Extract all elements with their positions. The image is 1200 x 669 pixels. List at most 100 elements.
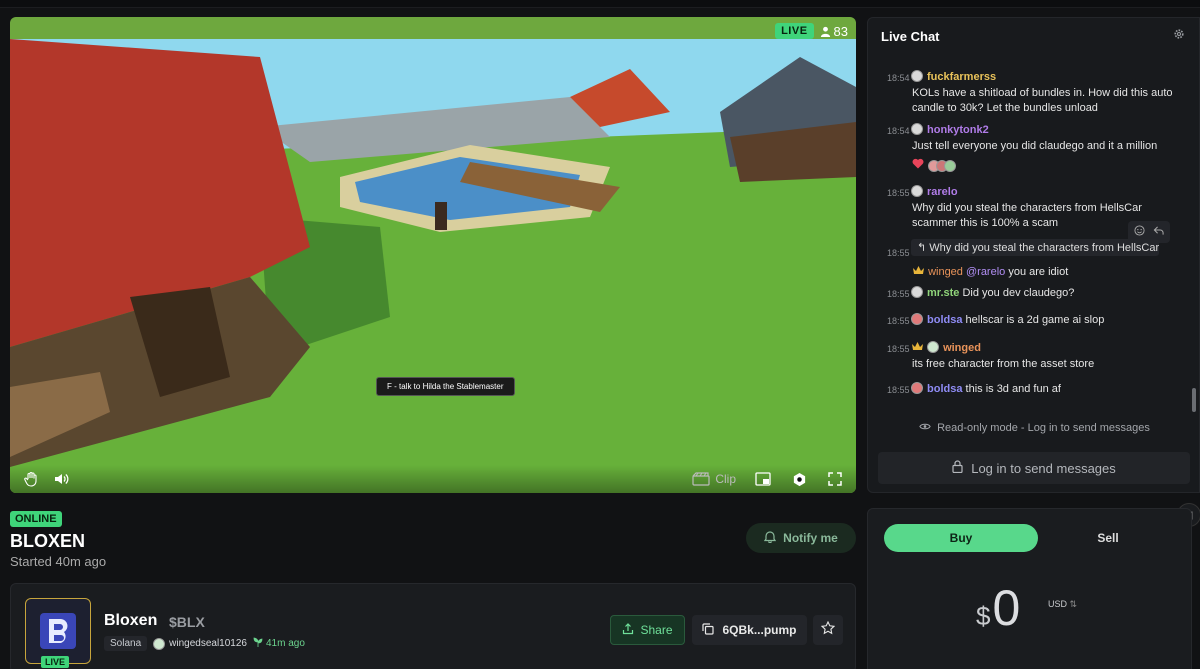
- share-label: Share: [640, 623, 673, 637]
- avatar[interactable]: [911, 123, 923, 135]
- reaction-avatars[interactable]: [928, 160, 960, 172]
- share-icon: [622, 622, 634, 638]
- message-user[interactable]: winged: [928, 266, 963, 278]
- top-bar: [0, 0, 1200, 8]
- message-text: Just tell everyone you did claudego and …: [912, 140, 1158, 152]
- readonly-notice: Read-only mode - Log in to send messages: [868, 422, 1200, 434]
- settings-hex-icon[interactable]: [790, 470, 808, 488]
- volume-icon[interactable]: [52, 470, 70, 488]
- avatar[interactable]: [911, 70, 923, 82]
- sprout-icon: [253, 637, 263, 650]
- message-user[interactable]: boldsa: [927, 314, 962, 326]
- hand-icon[interactable]: [22, 470, 40, 488]
- amount-value: 0: [992, 580, 1021, 636]
- currency-toggle[interactable]: USD ⇅: [1048, 599, 1077, 610]
- readonly-text: Read-only mode - Log in to send messages: [937, 422, 1150, 434]
- lock-icon: [952, 460, 963, 476]
- trade-panel: Buy Sell $ 0 USD ⇅: [867, 508, 1192, 669]
- token-meta: Solana wingedseal10126 41m ago: [104, 636, 305, 651]
- message-text: this is 3d and fun af: [965, 383, 1061, 395]
- avatar[interactable]: [911, 313, 923, 325]
- chat-reply-message: 18:55 ↰ Why did you steal the characters …: [887, 239, 1172, 278]
- chat-header: Live Chat: [868, 18, 1199, 54]
- message-time: 18:55: [887, 316, 910, 326]
- login-label: Log in to send messages: [971, 460, 1116, 476]
- creator-link[interactable]: wingedseal10126: [153, 637, 247, 650]
- reactions[interactable]: [887, 158, 1177, 174]
- chain-chip: Solana: [104, 636, 148, 651]
- currency-label: USD: [1048, 599, 1068, 609]
- fullscreen-icon[interactable]: [826, 470, 844, 488]
- clapperboard-icon: [692, 472, 710, 486]
- message-time: 18:55: [887, 289, 910, 299]
- message-text: its free character from the asset store: [912, 358, 1095, 370]
- chat-message-list[interactable]: 18:54 fuckfarmerss KOLs have a shitload o…: [868, 64, 1194, 414]
- sell-tab[interactable]: Sell: [1038, 524, 1178, 552]
- mention[interactable]: @rarelo: [966, 266, 1005, 278]
- message-user[interactable]: winged: [943, 342, 981, 354]
- token-card: LIVE Bloxen $BLX Solana wingedseal10126 …: [10, 583, 856, 669]
- chat-scrollbar[interactable]: [1192, 388, 1196, 412]
- clip-button[interactable]: Clip: [692, 472, 736, 486]
- eye-icon: [919, 422, 931, 434]
- reply-arrow-icon: ↰: [917, 242, 930, 254]
- login-to-chat-button[interactable]: Log in to send messages: [878, 452, 1190, 484]
- user-icon: [820, 26, 830, 37]
- message-time: 18:55: [887, 385, 910, 395]
- message-user[interactable]: rarelo: [927, 186, 958, 198]
- message-user[interactable]: boldsa: [927, 383, 962, 395]
- game-scene: [10, 17, 856, 493]
- gear-icon[interactable]: [1173, 27, 1185, 45]
- message-time: 18:55: [887, 344, 910, 354]
- status-badge: ONLINE: [10, 511, 62, 527]
- message-user[interactable]: honkytonk2: [927, 124, 989, 136]
- avatar[interactable]: [911, 185, 923, 197]
- token-logo[interactable]: [25, 598, 91, 664]
- message-time: 18:55: [887, 188, 910, 198]
- token-ticker: $BLX: [169, 614, 205, 630]
- video-badges: LIVE 83: [775, 23, 848, 39]
- token-live-badge: LIVE: [41, 656, 70, 668]
- chat-message: 18:54 honkytonk2 Just tell everyone you d…: [887, 123, 1177, 174]
- avatar: [153, 637, 166, 650]
- viewer-count-value: 83: [833, 23, 848, 39]
- chat-message: 18:55 boldsa hellscar is a 2d game ai slo…: [887, 313, 1177, 329]
- message-text: Did you dev claudego?: [962, 287, 1075, 299]
- clip-label: Clip: [715, 472, 736, 486]
- viewer-count: 83: [820, 24, 848, 39]
- share-button[interactable]: Share: [610, 615, 685, 645]
- avatar[interactable]: [911, 382, 923, 394]
- avatar[interactable]: [911, 286, 923, 298]
- chat-message: 18:54 fuckfarmerss KOLs have a shitload o…: [887, 70, 1177, 116]
- copy-contract-button[interactable]: 6QBk...pump: [692, 615, 807, 645]
- live-badge: LIVE: [775, 23, 814, 39]
- swap-icon: ⇅: [1069, 599, 1078, 609]
- message-text: hellscar is a 2d game ai slop: [965, 314, 1105, 326]
- message-user[interactable]: fuckfarmerss: [927, 71, 996, 83]
- message-text: KOLs have a shitload of bundles in. How …: [912, 87, 1173, 114]
- currency-symbol: $: [976, 601, 991, 631]
- favorite-button[interactable]: [813, 615, 843, 645]
- message-user[interactable]: mr.ste: [927, 287, 959, 299]
- stream-started: Started 40m ago: [10, 554, 107, 569]
- creator-name: wingedseal10126: [169, 638, 247, 649]
- reply-quote[interactable]: ↰ Why did you steal the characters from …: [911, 239, 1159, 256]
- picture-in-picture-icon[interactable]: [754, 470, 772, 488]
- chat-message: 18:55 winged its free character from the…: [887, 341, 1177, 372]
- live-chat-panel: Live Chat 18:54 fuckfarmerss KOLs have a …: [867, 17, 1200, 493]
- token-logo-image: [40, 613, 76, 649]
- notify-label: Notify me: [783, 531, 838, 545]
- buy-tab[interactable]: Buy: [884, 524, 1038, 552]
- message-time: 18:55: [887, 248, 910, 258]
- token-name: Bloxen: [104, 612, 158, 629]
- avatar[interactable]: [927, 341, 940, 353]
- heart-icon[interactable]: [912, 158, 924, 174]
- crown-icon: [911, 342, 924, 354]
- message-text: you are idiot: [1005, 266, 1069, 278]
- chat-title: Live Chat: [881, 28, 940, 44]
- video-controls: Clip: [10, 465, 856, 493]
- notify-me-button[interactable]: Notify me: [746, 523, 856, 553]
- amount-input[interactable]: $ 0: [976, 579, 1020, 637]
- video-player[interactable]: F - talk to Hilda the Stablemaster LIVE …: [10, 17, 856, 493]
- chat-message: 18:55 boldsa this is 3d and fun af: [887, 382, 1177, 398]
